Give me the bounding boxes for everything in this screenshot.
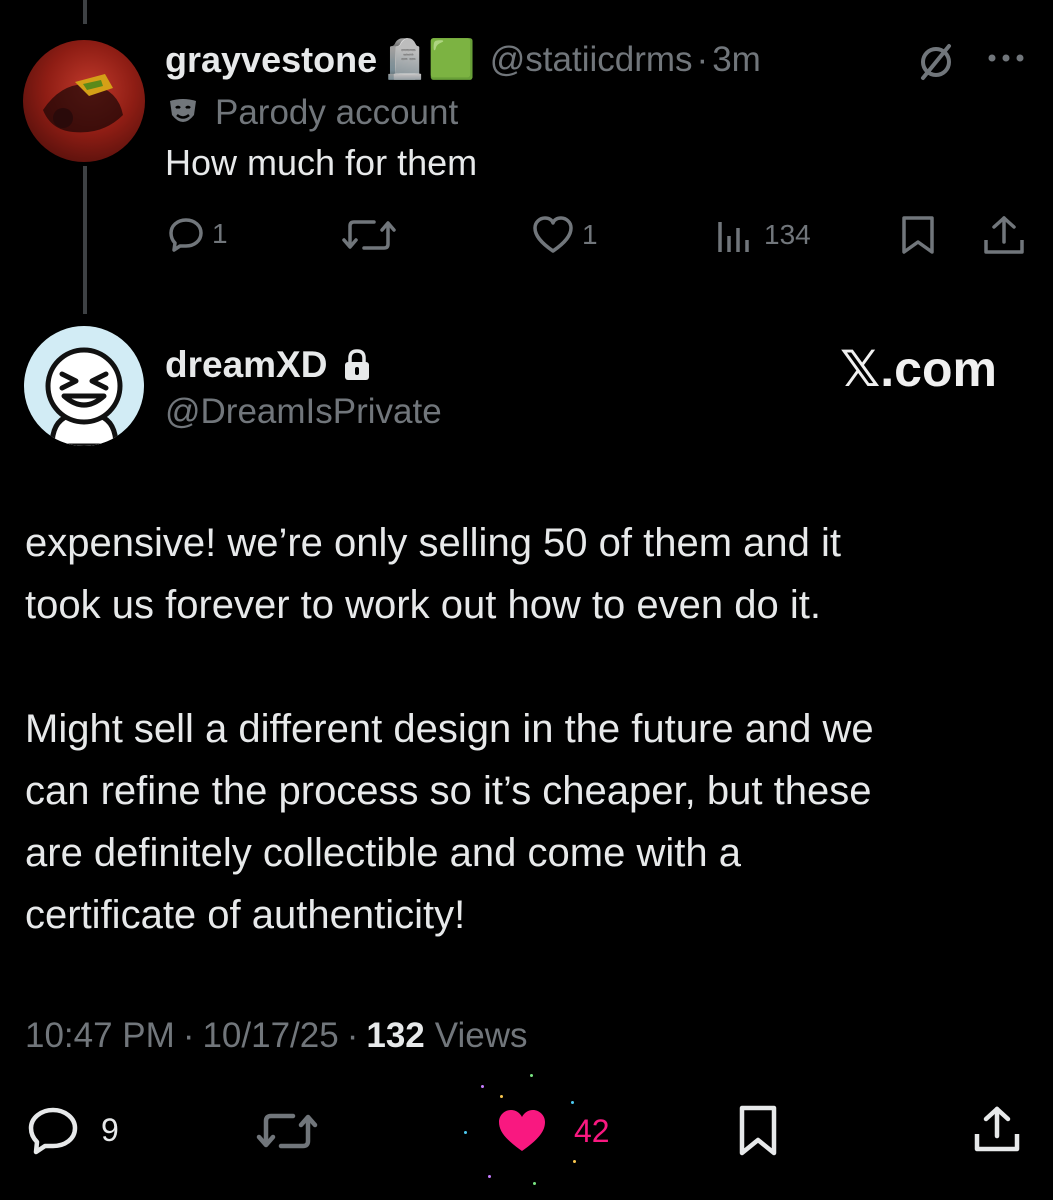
reply-like-button[interactable]: 1 [532,216,598,254]
reply-repost-button[interactable] [342,216,396,254]
main-view-count: 132 [366,1016,425,1055]
main-separator-1: · [182,1016,195,1055]
x-com-watermark: 𝕏.com [840,341,997,397]
reply-name-emojis: 🪦🟩 [381,39,476,81]
main-views-label: Views [434,1016,528,1055]
reply-separator: · [696,40,709,79]
reply-views-button[interactable]: 134 [716,216,811,254]
main-reply-button[interactable]: 9 [25,1104,119,1156]
reply-display-name[interactable]: grayvestone [165,39,377,81]
parody-mask-icon [165,95,201,131]
repost-icon [342,216,396,254]
main-time[interactable]: 10:47 PM [25,1016,175,1056]
share-icon [982,214,1026,256]
main-share-button[interactable] [972,1104,1022,1154]
reply-reply-button[interactable]: 1 [166,214,228,254]
main-date[interactable]: 10/17/25 [202,1016,338,1056]
reply-share-button[interactable] [982,214,1026,256]
reply-icon [166,214,206,254]
thread-line-top [83,0,87,24]
avatar-dreamxd[interactable] [24,326,144,446]
reply-timestamp[interactable]: 3m [712,40,761,80]
views-icon [716,216,752,254]
main-like-count: 42 [574,1112,610,1149]
thread-line-bottom [83,166,87,314]
main-tweet-text: expensive! we’re only selling 50 of them… [25,521,874,937]
reply-text: How much for them [165,142,478,183]
reply-view-count: 134 [764,219,811,250]
share-icon [972,1104,1022,1154]
main-handle[interactable]: @DreamIsPrivate [165,392,442,432]
like-icon [496,1108,548,1154]
reply-reply-count: 1 [212,218,228,249]
main-separator-2: · [346,1016,359,1055]
main-reply-count: 9 [101,1111,119,1148]
main-display-name[interactable]: dreamXD [165,344,327,386]
main-repost-button[interactable] [256,1110,318,1152]
reply-icon [25,1104,81,1156]
main-meta: 10:47 PM · 10/17/25 · 132 Views [25,1016,528,1056]
avatar-grayvestone[interactable] [23,40,145,162]
reply-like-count: 1 [582,219,598,250]
lock-icon [343,348,371,382]
like-icon [532,216,574,254]
reply-handle[interactable]: @statiicdrms [490,40,693,80]
repost-icon [256,1110,318,1152]
no-translate-icon[interactable] [914,40,958,84]
more-icon[interactable] [984,48,1028,68]
reply-bookmark-button[interactable] [898,214,938,256]
bookmark-icon [898,214,938,256]
parody-account-label: Parody account [215,93,459,132]
main-bookmark-button[interactable] [736,1104,780,1158]
bookmark-icon [736,1104,780,1158]
main-like-button[interactable]: 42 [496,1108,610,1154]
